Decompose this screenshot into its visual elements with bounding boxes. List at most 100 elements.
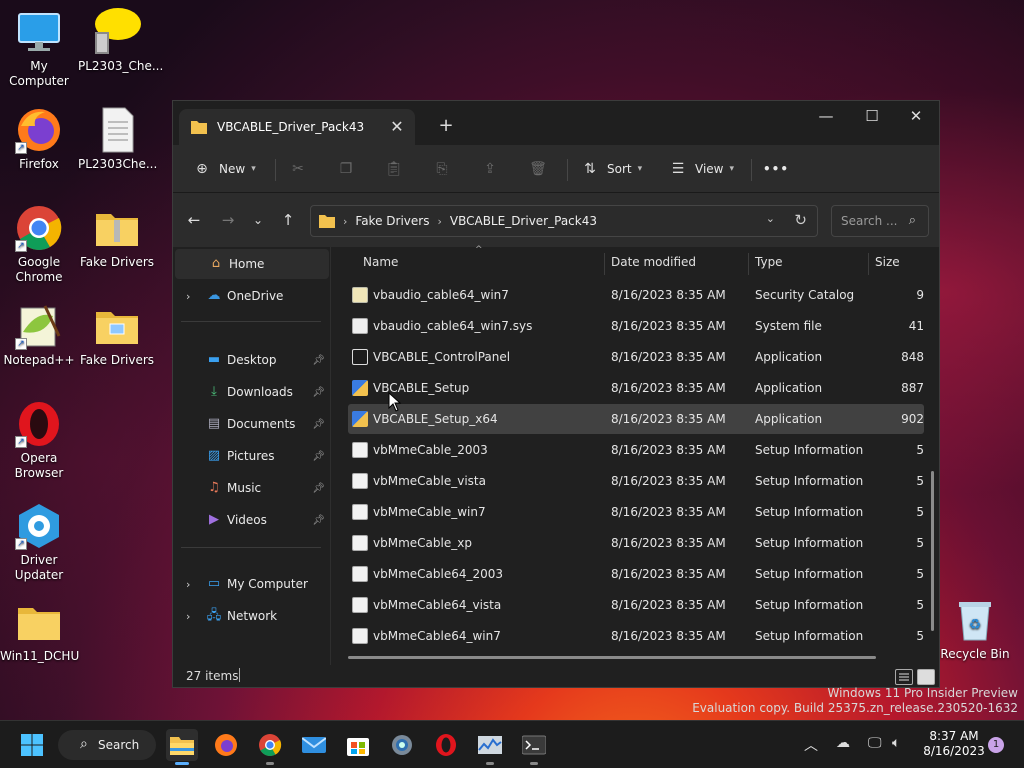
desktop-icon-fake-drivers-zip[interactable]: Fake Drivers [78,204,156,270]
chevron-right-icon[interactable]: › [186,578,190,591]
table-row[interactable]: vbMmeCable64_vista 8/16/2023 8:35 AM Setup… [348,590,924,620]
table-row[interactable]: VBCABLE_Setup_x64 8/16/2023 8:35 AM Applic… [348,404,924,434]
desktop-icon-driver-updater[interactable]: ↗ Driver Updater [0,502,78,583]
sort-button[interactable]: ⇅ Sort ▾ [581,153,642,185]
tab-vbcable-driver-pack[interactable]: VBCABLE_Driver_Pack43 ✕ [179,109,415,145]
table-row[interactable]: vbMmeCable64_2003 8/16/2023 8:35 AM Setup … [348,559,924,589]
address-bar[interactable]: › Fake Drivers › VBCABLE_Driver_Pack43 ⌄… [310,205,818,237]
column-divider[interactable] [868,253,869,275]
forward-button[interactable]: → [215,207,241,233]
vertical-scrollbar[interactable] [931,471,934,631]
table-row[interactable]: VBCABLE_Setup 8/16/2023 8:35 AM Applicatio… [348,373,924,403]
volume-icon[interactable]: 🔈︎ [892,735,900,751]
table-row[interactable]: vbaudio_cable64_win7.sys 8/16/2023 8:35 A… [348,311,924,341]
close-button[interactable]: ✕ [893,101,939,131]
desktop-icon-recycle-bin[interactable]: ♻ Recycle Bin [936,596,1014,662]
sidebar-item-downloads[interactable]: ⤓ Downloads 📌︎ [173,377,329,407]
sidebar-item-network[interactable]: › 🖧︎ Network [173,601,329,631]
pin-icon[interactable]: 📌︎ [312,355,325,366]
show-hidden-icons-chevron-icon[interactable]: ︿ [804,735,818,755]
sidebar-item-music[interactable]: ♫ Music 📌︎ [173,473,329,503]
share-button[interactable]: ⇪ [481,153,507,185]
rename-button[interactable]: ⎘ [433,153,459,185]
sidebar-item-pictures[interactable]: ▨ Pictures 📌︎ [173,441,329,471]
back-button[interactable]: ← [181,207,207,233]
taskbar-opera[interactable] [430,729,462,761]
desktop-icon-fake-drivers-folder[interactable]: Fake Drivers [78,302,156,368]
details-view-icon[interactable] [895,669,913,685]
table-row[interactable]: VBCABLE_ControlPanel 8/16/2023 8:35 AM App… [348,342,924,372]
table-row[interactable]: vbMmeCable_vista 8/16/2023 8:35 AM Setup I… [348,466,924,496]
sidebar-item-home[interactable]: ⌂ Home [175,249,329,279]
column-header-date[interactable]: Date modified [611,255,696,269]
refresh-icon[interactable]: ↻ [794,211,807,229]
desktop-icon-firefox[interactable]: ↗ Firefox [0,106,78,172]
more-options-button[interactable]: ••• [763,153,789,185]
paste-button[interactable]: 📋︎ [385,153,411,185]
column-header-name[interactable]: Name [363,255,398,269]
pin-icon[interactable]: 📌︎ [312,419,325,430]
sidebar-item-onedrive[interactable]: › ☁ OneDrive [173,281,329,311]
column-header-size[interactable]: Size [875,255,900,269]
desktop-icon-my-computer[interactable]: My Computer [0,8,78,89]
onedrive-offline-icon[interactable]: ☁ [836,735,850,751]
table-row[interactable]: vbaudio_cable64_win7 8/16/2023 8:35 AM Sec… [348,280,924,310]
table-row[interactable]: vbMmeCable_xp 8/16/2023 8:35 AM Setup Info… [348,528,924,558]
chevron-down-icon[interactable]: ⌄ [766,212,775,225]
sidebar-item-desktop[interactable]: ▬ Desktop 📌︎ [173,345,329,375]
minimize-button[interactable]: — [803,101,849,131]
desktop-icon-pl2303-archive[interactable]: PL2303_Che... [78,8,163,74]
taskbar-resource-monitor[interactable] [474,729,506,765]
desktop-icon-notepadpp[interactable]: ↗ Notepad++ [0,302,78,368]
desktop-icon-win11-dchu[interactable]: Win11_DCHU [0,598,80,664]
pin-icon[interactable]: 📌︎ [312,483,325,494]
desktop-icon-chrome[interactable]: ↗ Google Chrome [0,204,78,285]
taskbar-mail[interactable] [298,729,330,761]
desktop-icon-pl2303-doc[interactable]: PL2303Che... [78,106,157,172]
pin-icon[interactable]: 📌︎ [312,451,325,462]
view-button[interactable]: ☰ View ▾ [669,153,734,185]
breadcrumb-vbcable-driver-pack[interactable]: VBCABLE_Driver_Pack43 [450,214,597,228]
sidebar-item-documents[interactable]: ▤ Documents 📌︎ [173,409,329,439]
sidebar-item-my-computer[interactable]: › ▭ My Computer [173,569,329,599]
column-divider[interactable] [748,253,749,275]
table-row[interactable]: vbMmeCable64_win7 8/16/2023 8:35 AM Setup … [348,621,924,651]
taskbar-file-explorer[interactable] [166,729,198,765]
taskbar-terminal[interactable] [518,729,550,765]
notification-badge[interactable]: 1 [988,737,1004,753]
copy-button[interactable]: ❐ [337,153,363,185]
desktop-icon-opera[interactable]: ↗ Opera Browser [0,400,78,481]
column-divider[interactable] [604,253,605,275]
breadcrumb-fake-drivers[interactable]: Fake Drivers [355,214,429,228]
horizontal-scrollbar[interactable] [348,656,876,659]
start-button[interactable] [16,729,48,761]
delete-button[interactable]: 🗑︎ [529,153,555,185]
taskbar-chrome[interactable] [254,729,286,765]
taskbar-firefox[interactable] [210,729,242,761]
taskbar-store[interactable] [342,729,374,761]
new-tab-button[interactable]: + [435,115,457,137]
desktop-icon-label: Win11_DCHU [0,649,80,663]
table-row[interactable]: vbMmeCable_win7 8/16/2023 8:35 AM Setup In… [348,497,924,527]
taskbar-search-button[interactable]: ⌕ Search [58,730,156,760]
maximize-button[interactable]: ☐ [849,101,895,131]
file-date: 8/16/2023 8:35 AM [611,350,726,364]
table-row[interactable]: vbMmeCable_2003 8/16/2023 8:35 AM Setup In… [348,435,924,465]
recent-locations-button[interactable]: ⌄ [245,207,271,233]
chevron-right-icon[interactable]: › [186,290,190,303]
taskbar-settings[interactable] [386,729,418,761]
cut-button[interactable]: ✂ [289,153,315,185]
column-header-type[interactable]: Type [755,255,783,269]
up-button[interactable]: ↑ [275,207,301,233]
clock[interactable]: 8:37 AM 8/16/2023 [918,729,990,759]
tiles-view-icon[interactable] [917,669,935,685]
pin-icon[interactable]: 📌︎ [312,515,325,526]
file-name: vbMmeCable_2003 [373,443,488,457]
network-icon[interactable]: 🖵︎ [868,735,882,751]
search-box[interactable]: Search ... ⌕ [831,205,929,237]
tab-close-icon[interactable]: ✕ [385,115,409,139]
new-button[interactable]: ⊕ New ▾ [193,153,256,185]
pin-icon[interactable]: 📌︎ [312,387,325,398]
chevron-right-icon[interactable]: › [186,610,190,623]
sidebar-item-videos[interactable]: ▶ Videos 📌︎ [173,505,329,535]
